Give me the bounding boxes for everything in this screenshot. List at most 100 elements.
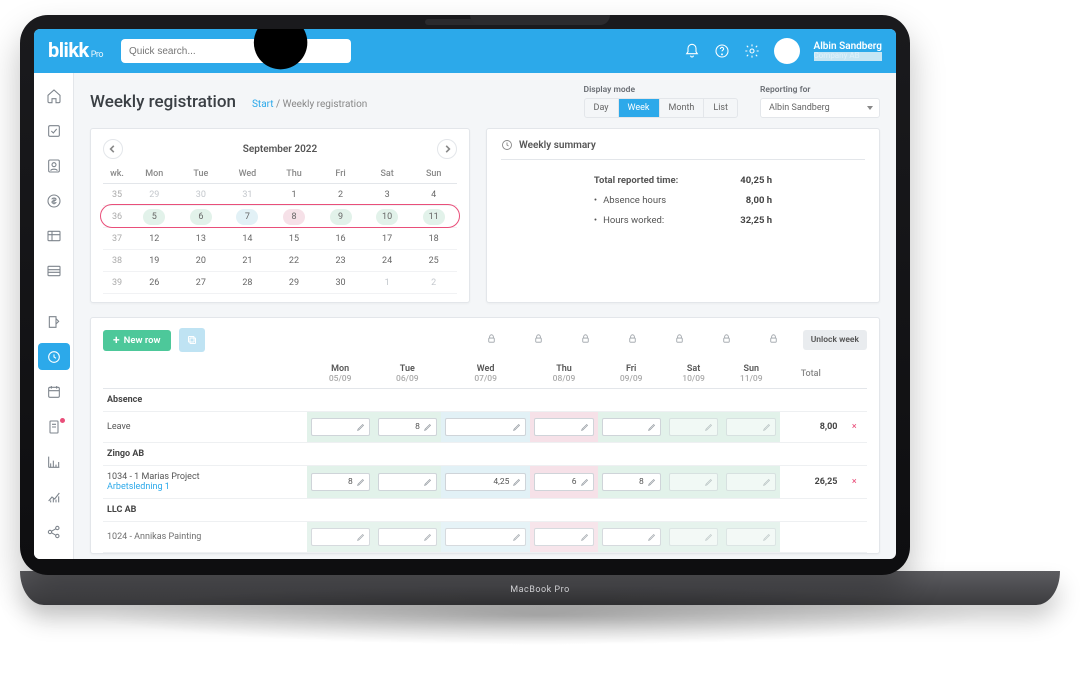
time-cell[interactable] — [378, 528, 437, 546]
cal-day[interactable]: 17 — [364, 228, 411, 250]
user-block[interactable]: Albin Sandberg Company AB — [814, 41, 882, 61]
nav-user[interactable] — [38, 153, 70, 180]
time-cell[interactable] — [726, 528, 776, 546]
search-box[interactable] — [121, 39, 351, 63]
time-cell[interactable]: 8 — [378, 418, 437, 436]
mode-day[interactable]: Day — [585, 99, 618, 117]
nav-chart[interactable] — [38, 448, 70, 475]
time-cell[interactable] — [726, 418, 776, 436]
cal-day[interactable]: 20 — [178, 250, 225, 272]
cal-day[interactable]: 4 — [410, 184, 457, 206]
cal-day[interactable]: 19 — [131, 250, 178, 272]
cal-day[interactable]: 8 — [271, 206, 318, 228]
cal-next[interactable] — [437, 139, 457, 159]
reporting-for-select[interactable]: Albin Sandberg — [760, 98, 880, 118]
mode-week[interactable]: Week — [618, 99, 659, 117]
nav-doc[interactable] — [38, 413, 70, 440]
cal-day[interactable]: 28 — [224, 272, 271, 294]
nav-home[interactable] — [38, 83, 70, 110]
time-cell[interactable] — [378, 473, 437, 491]
mode-list[interactable]: List — [703, 99, 737, 117]
mode-month[interactable]: Month — [659, 99, 704, 117]
cal-day[interactable]: 30 — [317, 272, 364, 294]
display-mode-toggle[interactable]: DayWeekMonthList — [584, 98, 738, 118]
cal-day[interactable]: 1 — [271, 184, 318, 206]
cal-day[interactable]: 12 — [131, 228, 178, 250]
cal-day[interactable]: 2 — [410, 272, 457, 294]
time-cell[interactable] — [445, 528, 527, 546]
cal-day[interactable]: 29 — [271, 272, 318, 294]
cal-day[interactable]: 2 — [317, 184, 364, 206]
nav-time[interactable] — [38, 343, 70, 370]
cal-day[interactable]: 18 — [410, 228, 457, 250]
cal-day[interactable]: 30 — [178, 184, 225, 206]
time-cell[interactable] — [534, 418, 593, 436]
nav-approve[interactable] — [38, 118, 70, 145]
topbar: blikkPro Albin Sandberg Company AB — [34, 29, 896, 73]
calendar-card: September 2022 wk.MonTueWedThuFriSatSun3… — [90, 128, 470, 303]
time-cell[interactable]: 6 — [534, 473, 593, 491]
cal-day[interactable]: 5 — [131, 206, 178, 228]
cal-day[interactable]: 15 — [271, 228, 318, 250]
time-cell[interactable] — [669, 473, 719, 491]
lock-icon — [768, 333, 779, 347]
cal-day[interactable]: 27 — [178, 272, 225, 294]
cal-day[interactable]: 21 — [224, 250, 271, 272]
search-input[interactable] — [129, 46, 236, 57]
cal-day[interactable]: 1 — [364, 272, 411, 294]
nav-calendar[interactable] — [38, 378, 70, 405]
breadcrumb: Start / Weekly registration — [252, 99, 367, 110]
cal-prev[interactable] — [103, 139, 123, 159]
lock-icon — [486, 333, 497, 347]
nav-billing[interactable] — [38, 188, 70, 215]
avatar[interactable] — [774, 38, 800, 64]
unlock-week-button[interactable]: Unlock week — [803, 330, 867, 350]
cal-day[interactable]: 3 — [364, 184, 411, 206]
delete-row[interactable] — [841, 522, 867, 553]
cal-day[interactable]: 11 — [410, 206, 457, 228]
cal-day[interactable]: 29 — [131, 184, 178, 206]
nav-table[interactable] — [38, 223, 70, 250]
time-cell[interactable] — [311, 418, 370, 436]
time-cell[interactable] — [602, 418, 661, 436]
time-cell[interactable]: 8 — [311, 473, 370, 491]
day-header: Thu08/09 — [530, 360, 597, 389]
cal-day[interactable]: 23 — [317, 250, 364, 272]
cal-day[interactable]: 24 — [364, 250, 411, 272]
cal-day[interactable]: 6 — [178, 206, 225, 228]
cal-day[interactable]: 14 — [224, 228, 271, 250]
cal-day[interactable]: 9 — [317, 206, 364, 228]
nav-trend[interactable] — [38, 483, 70, 510]
cal-day[interactable]: 13 — [178, 228, 225, 250]
brand-logo: blikkPro — [48, 38, 103, 65]
nav-edit[interactable] — [38, 308, 70, 335]
cal-day[interactable]: 16 — [317, 228, 364, 250]
cal-day[interactable]: 25 — [410, 250, 457, 272]
delete-row[interactable]: × — [841, 466, 867, 499]
laptop-base-text: MacBook Pro — [510, 585, 569, 595]
crumb-start[interactable]: Start — [252, 99, 274, 110]
cal-day[interactable]: 22 — [271, 250, 318, 272]
nav-list[interactable] — [38, 258, 70, 285]
time-cell[interactable]: 8 — [602, 473, 661, 491]
new-row-button[interactable]: +New row — [103, 330, 171, 351]
day-header: Mon05/09 — [307, 360, 374, 389]
cal-day[interactable]: 31 — [224, 184, 271, 206]
cal-day[interactable]: 10 — [364, 206, 411, 228]
time-cell[interactable]: 4,25 — [445, 473, 527, 491]
time-cell[interactable] — [726, 473, 776, 491]
time-cell[interactable] — [311, 528, 370, 546]
nav-share[interactable] — [38, 518, 70, 545]
time-cell[interactable] — [669, 418, 719, 436]
help-icon[interactable] — [714, 43, 730, 59]
delete-row[interactable]: × — [841, 412, 867, 443]
time-cell[interactable] — [602, 528, 661, 546]
time-cell[interactable] — [534, 528, 593, 546]
bell-icon[interactable] — [684, 43, 700, 59]
time-cell[interactable] — [669, 528, 719, 546]
time-cell[interactable] — [445, 418, 527, 436]
gear-icon[interactable] — [744, 43, 760, 59]
copy-button[interactable] — [179, 328, 205, 352]
cal-day[interactable]: 26 — [131, 272, 178, 294]
cal-day[interactable]: 7 — [224, 206, 271, 228]
